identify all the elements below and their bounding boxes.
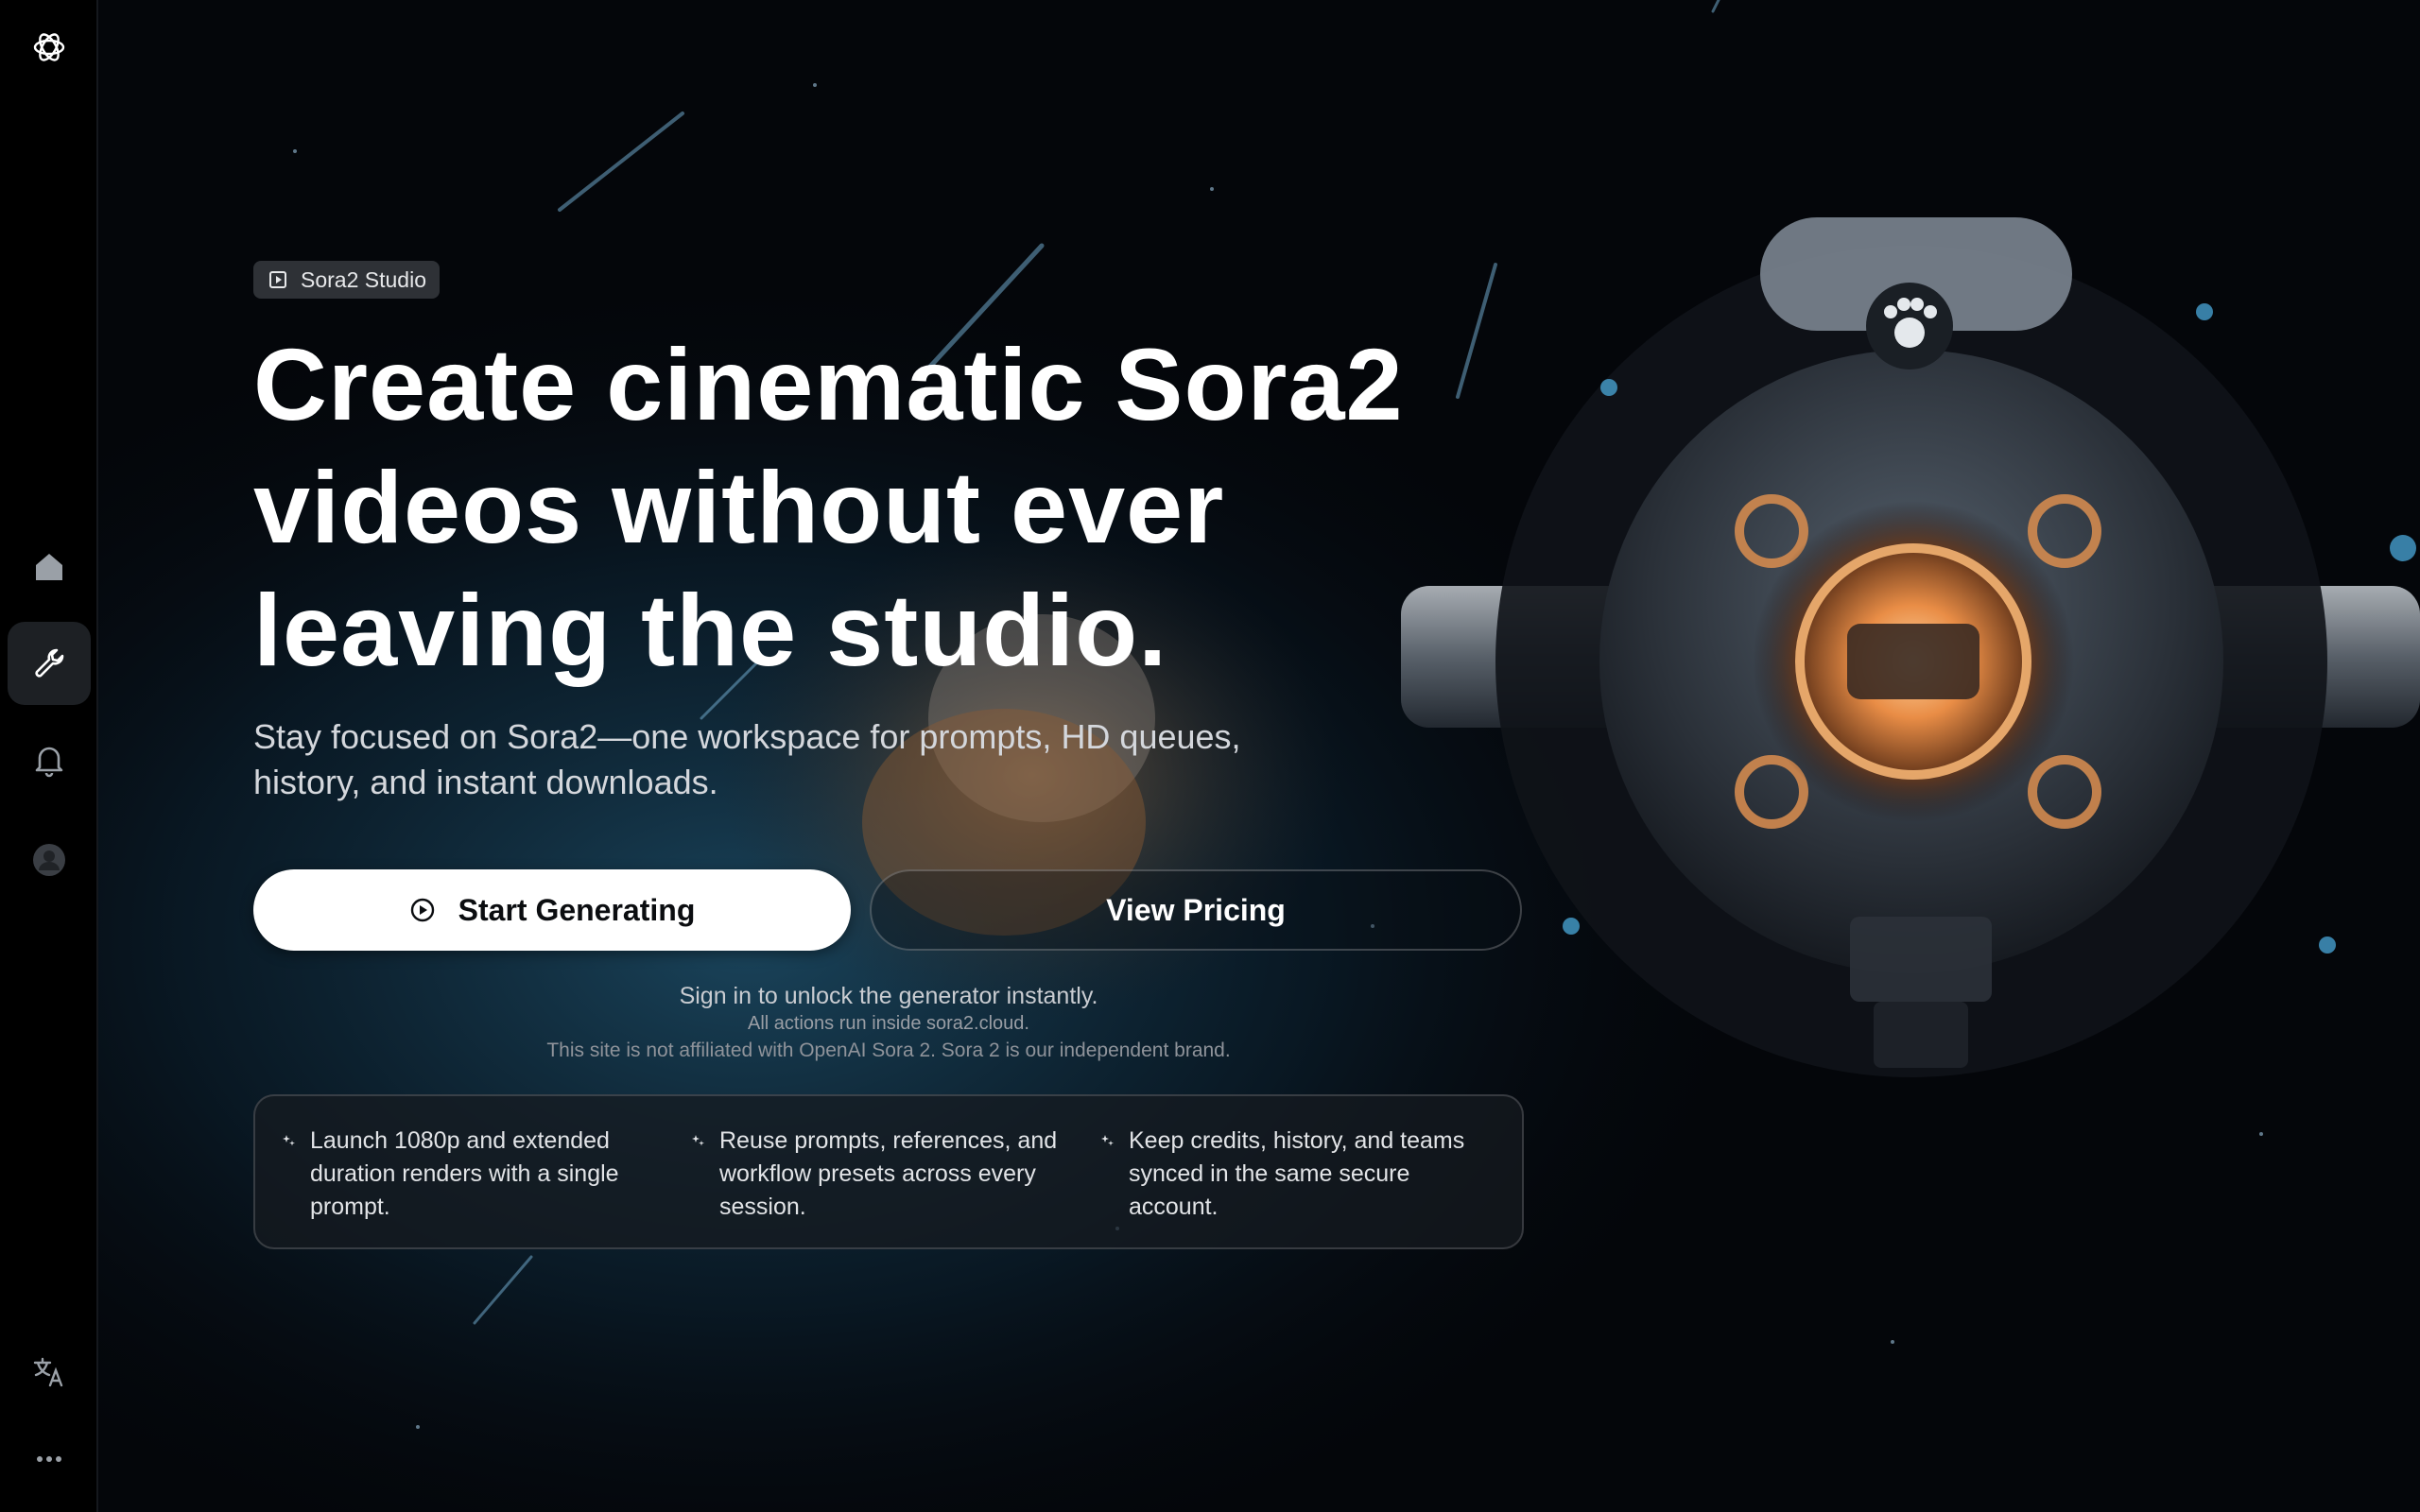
sidebar-item-notifications[interactable]	[8, 718, 91, 801]
sidebar	[0, 0, 98, 1512]
play-circle-icon	[410, 898, 434, 922]
sparkle-icon	[692, 1135, 704, 1146]
hero-section: Sora2 Studio Create cinematic Sora2 vide…	[253, 261, 1530, 1249]
feature-item: Reuse prompts, references, and workflow …	[691, 1125, 1100, 1247]
disclaimer-note: This site is not affiliated with OpenAI …	[546, 1040, 1231, 1061]
actions-note: All actions run inside sora2.cloud.	[748, 1013, 1029, 1034]
view-pricing-label: View Pricing	[1106, 892, 1286, 927]
cta-group: Start Generating View Pricing	[253, 869, 1524, 954]
sidebar-item-home[interactable]	[8, 525, 91, 609]
home-icon	[36, 554, 62, 580]
user-avatar-icon	[33, 844, 65, 876]
wrench-icon	[35, 648, 64, 678]
feature-list: Launch 1080p and extended duration rende…	[253, 1094, 1524, 1249]
title-line-3: leaving the studio.	[253, 573, 1168, 687]
hero-subtitle: Stay focused on Sora2—one workspace for …	[253, 717, 1241, 801]
language-button[interactable]	[8, 1331, 91, 1414]
view-pricing-button[interactable]: View Pricing	[870, 869, 1522, 951]
more-dots-icon	[37, 1456, 61, 1462]
feature-text: Reuse prompts, references, and workflow …	[719, 1127, 1058, 1220]
feature-item: Launch 1080p and extended duration rende…	[282, 1125, 691, 1247]
feature-item: Keep credits, history, and teams synced …	[1100, 1125, 1510, 1247]
studio-badge: Sora2 Studio	[253, 261, 440, 299]
start-generating-label: Start Generating	[458, 892, 696, 927]
logo-button[interactable]	[8, 6, 91, 89]
start-generating-button[interactable]: Start Generating	[253, 869, 851, 951]
sparkle-icon	[283, 1135, 295, 1146]
translate-icon	[33, 1357, 63, 1387]
feature-text: Keep credits, history, and teams synced …	[1129, 1127, 1465, 1220]
title-line-2: videos without ever	[253, 450, 1225, 564]
signin-note: Sign in to unlock the generator instantl…	[679, 983, 1098, 1009]
more-button[interactable]	[8, 1418, 91, 1501]
app-root: Sora2 Studio Create cinematic Sora2 vide…	[0, 0, 2420, 1512]
feature-text: Launch 1080p and extended duration rende…	[310, 1127, 619, 1220]
studio-badge-label: Sora2 Studio	[301, 266, 426, 292]
signin-notes: Sign in to unlock the generator instantl…	[253, 981, 1524, 1066]
openai-logo-icon	[33, 33, 65, 61]
video-frame-icon	[269, 271, 286, 288]
bell-icon	[35, 747, 63, 778]
sidebar-item-tools[interactable]	[8, 622, 91, 705]
sparkle-icon	[1101, 1135, 1114, 1146]
page-title: Create cinematic Sora2 videos without ev…	[253, 323, 1577, 692]
title-line-1: Create cinematic Sora2	[253, 327, 1404, 441]
sidebar-item-account[interactable]	[8, 818, 91, 902]
